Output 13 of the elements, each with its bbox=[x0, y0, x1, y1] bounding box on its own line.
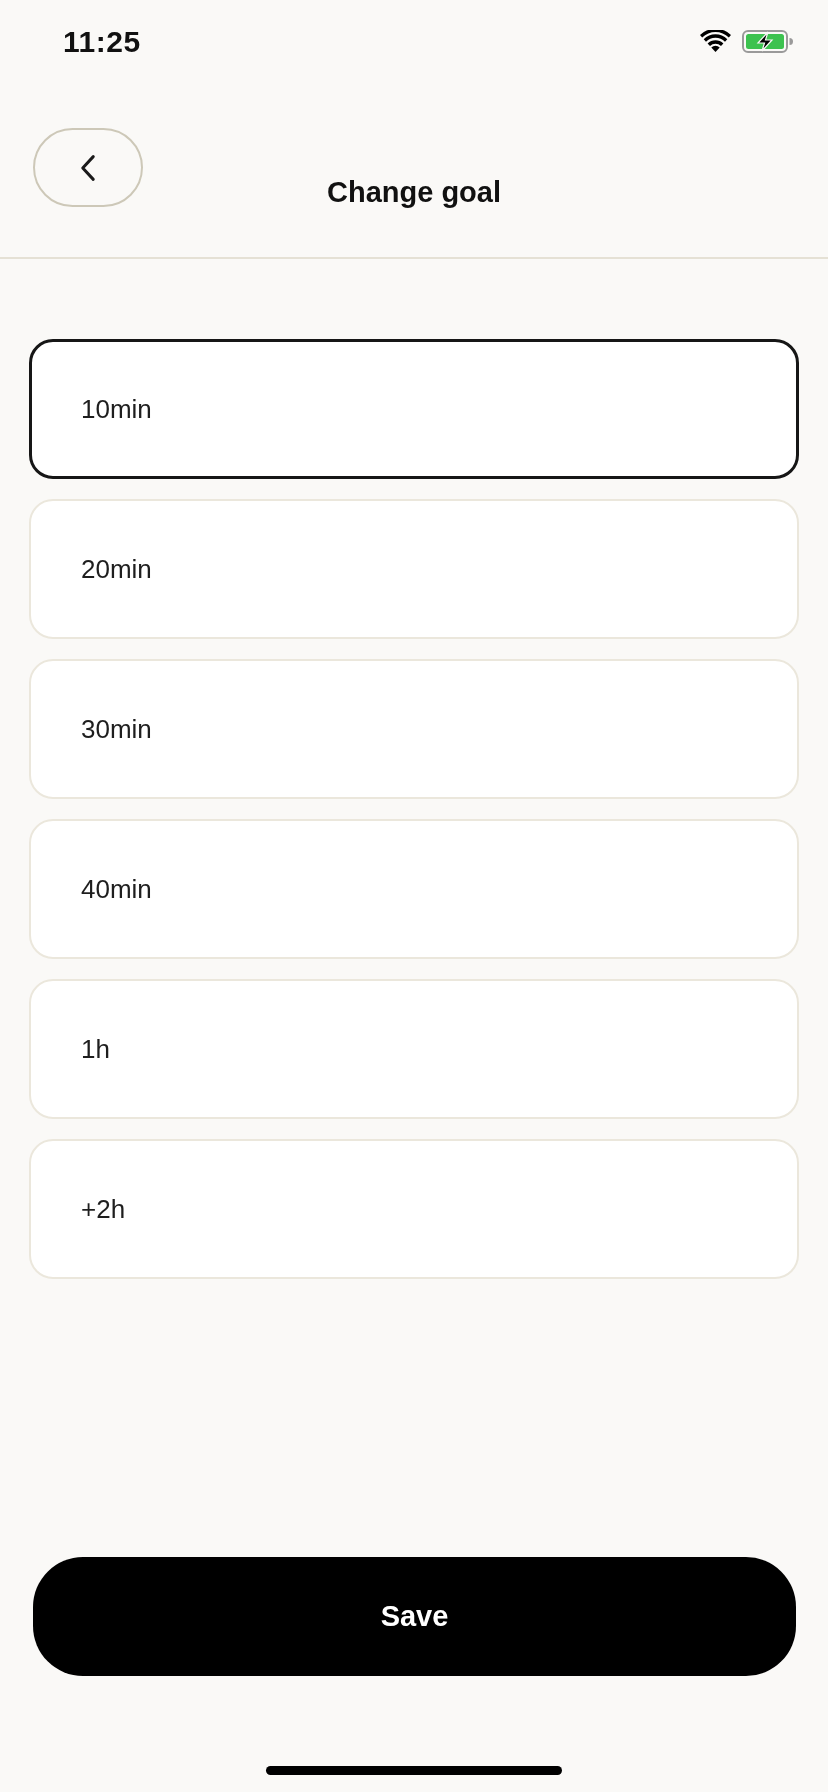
save-button[interactable]: Save bbox=[33, 1557, 796, 1676]
goal-option[interactable]: 20min bbox=[29, 499, 799, 639]
goal-option[interactable]: +2h bbox=[29, 1139, 799, 1279]
goal-option[interactable]: 40min bbox=[29, 819, 799, 959]
goal-option[interactable]: 1h bbox=[29, 979, 799, 1119]
goal-option[interactable]: 10min bbox=[29, 339, 799, 479]
chevron-left-icon bbox=[80, 153, 96, 182]
goal-option[interactable]: 30min bbox=[29, 659, 799, 799]
status-time: 11:25 bbox=[63, 25, 141, 59]
battery-charging-icon bbox=[742, 29, 793, 53]
page-title: Change goal bbox=[327, 175, 501, 209]
back-button[interactable] bbox=[33, 128, 143, 207]
wifi-icon bbox=[700, 30, 731, 52]
